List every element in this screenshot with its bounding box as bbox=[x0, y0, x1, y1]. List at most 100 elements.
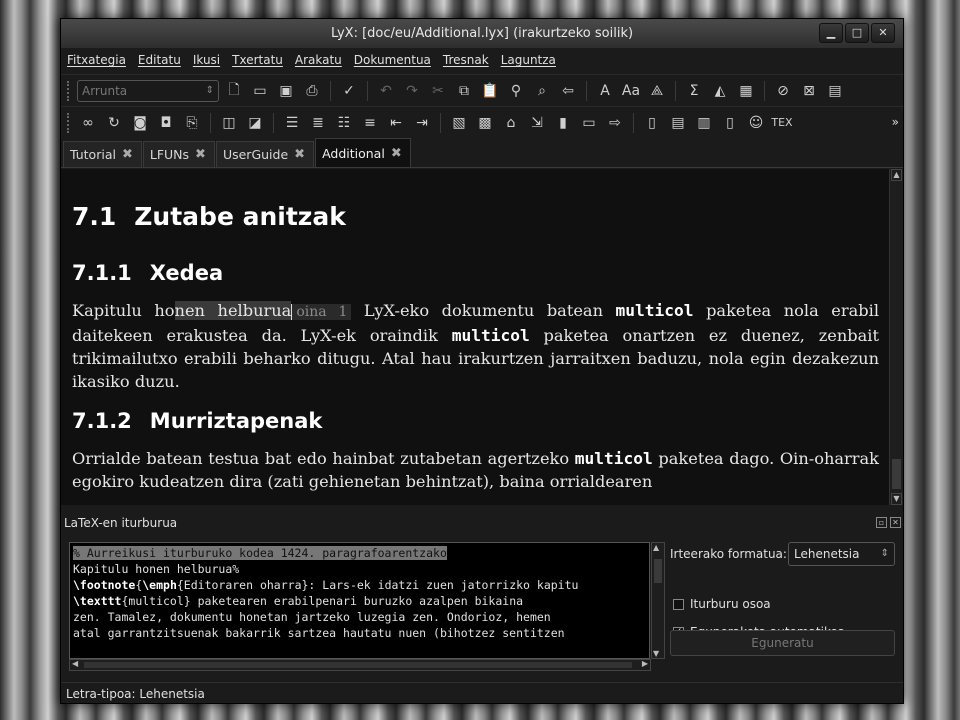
update-button-label: Eguneratu bbox=[751, 636, 814, 650]
undo-icon[interactable]: ↶ bbox=[375, 80, 397, 102]
tab-additional[interactable]: Additional ✖ bbox=[315, 138, 411, 167]
toolbar-overflow-button[interactable]: » bbox=[892, 115, 899, 129]
print-icon[interactable]: ⎙ bbox=[301, 80, 323, 102]
scroll-left-icon[interactable]: ◀ bbox=[72, 659, 78, 668]
float-panel-icon[interactable]: ▫ bbox=[876, 517, 887, 528]
view-pdf-icon[interactable]: ◘ bbox=[155, 112, 177, 134]
enumerate-icon[interactable]: ≣ bbox=[307, 112, 329, 134]
new-document-icon[interactable]: 🗋 bbox=[223, 80, 245, 102]
menu-bar: Fitxategia Editatu Ikusi Txertatu Arakat… bbox=[61, 49, 903, 71]
section-heading: 7.1 Zutabe anitzak bbox=[72, 202, 879, 231]
menu-tresnak[interactable]: Tresnak bbox=[443, 53, 489, 67]
page-icon[interactable]: ▥ bbox=[693, 112, 715, 134]
scroll-thumb[interactable] bbox=[654, 559, 662, 583]
close-tab-icon[interactable]: ✖ bbox=[122, 147, 133, 162]
track-changes-icon[interactable]: ◫ bbox=[218, 112, 240, 134]
latex-source-view[interactable]: % Aurreikusi iturburuko kodea 1424. para… bbox=[69, 542, 650, 659]
save-icon[interactable]: ▣ bbox=[275, 80, 297, 102]
menu-fitxategia[interactable]: Fitxategia bbox=[67, 53, 126, 67]
table-insert-icon[interactable]: ▩ bbox=[474, 112, 496, 134]
close-tab-icon[interactable]: ✖ bbox=[391, 146, 402, 161]
note-icon[interactable]: ▮ bbox=[552, 112, 574, 134]
menu-laguntza[interactable]: Laguntza bbox=[501, 53, 556, 67]
table-icon[interactable]: ▦ bbox=[735, 80, 757, 102]
toolbar-separator bbox=[330, 80, 331, 101]
style-icon[interactable]: ⟁ bbox=[646, 80, 668, 102]
view-dvi-icon[interactable]: ◙ bbox=[129, 112, 151, 134]
menu-txertatu[interactable]: Txertatu bbox=[232, 53, 283, 67]
footnote-inset[interactable]: oina 1 bbox=[291, 304, 352, 320]
review-icon[interactable]: ◪ bbox=[244, 112, 266, 134]
paragraph-style-combo[interactable]: Arrunta ⇕ bbox=[77, 79, 219, 102]
scroll-right-icon[interactable]: ▶ bbox=[642, 659, 648, 668]
table-grid-icon[interactable]: ▤ bbox=[824, 80, 846, 102]
box-icon[interactable]: ☺ bbox=[745, 112, 767, 134]
open-icon[interactable]: ▭ bbox=[249, 80, 271, 102]
tab-tutorial[interactable]: Tutorial ✖ bbox=[63, 141, 142, 167]
toolbar-grip[interactable] bbox=[67, 80, 71, 101]
hyperlink-icon[interactable]: ▯ bbox=[641, 112, 663, 134]
text-icon[interactable]: ▯ bbox=[719, 112, 741, 134]
redo-icon[interactable]: ↷ bbox=[401, 80, 423, 102]
index-icon[interactable]: ⇨ bbox=[604, 112, 626, 134]
section-title: Zutabe anitzak bbox=[134, 202, 346, 231]
scroll-thumb[interactable] bbox=[892, 459, 901, 489]
depth-decrease-icon[interactable]: ⇤ bbox=[385, 112, 407, 134]
cut-icon[interactable]: ✂ bbox=[427, 80, 449, 102]
tab-lfuns[interactable]: LFUNs ✖ bbox=[142, 141, 215, 167]
minimize-button[interactable]: ▁ bbox=[819, 23, 843, 43]
source-vertical-scrollbar[interactable]: ▲ ▼ bbox=[651, 542, 665, 659]
document-editor[interactable]: 7.1 Zutabe anitzak 7.1.1 Xedea Kapitulu ho… bbox=[61, 169, 889, 505]
scroll-up-icon[interactable]: ▲ bbox=[891, 169, 902, 181]
find-icon[interactable]: ⚲ bbox=[505, 80, 527, 102]
spellcheck-icon[interactable]: ✓ bbox=[338, 80, 360, 102]
float-icon[interactable]: ▧ bbox=[448, 112, 470, 134]
list-icon[interactable]: ☰ bbox=[281, 112, 303, 134]
cross-ref-icon[interactable]: ⇲ bbox=[526, 112, 548, 134]
zoom-icon[interactable]: ⌕ bbox=[531, 80, 553, 102]
view-icon[interactable]: ∞ bbox=[77, 112, 99, 134]
full-source-checkbox[interactable] bbox=[673, 599, 684, 610]
toolbar-grip[interactable] bbox=[67, 112, 71, 133]
depth-increase-icon[interactable]: ⇥ bbox=[411, 112, 433, 134]
scroll-up-icon[interactable]: ▲ bbox=[653, 543, 659, 552]
noun-icon[interactable]: Aa bbox=[620, 80, 642, 102]
scroll-thumb[interactable] bbox=[84, 662, 632, 668]
menu-arakatu[interactable]: Arakatu bbox=[295, 53, 342, 67]
menu-dokumentua[interactable]: Dokumentua bbox=[354, 53, 431, 67]
description-icon[interactable]: ≡ bbox=[359, 112, 381, 134]
source-horizontal-scrollbar[interactable]: ◀ ▶ bbox=[69, 659, 651, 671]
itemize-icon[interactable]: ☷ bbox=[333, 112, 355, 134]
math-icon[interactable]: Σ bbox=[683, 80, 705, 102]
source-line: % Aurreikusi iturburuko kodea 1424. para… bbox=[73, 546, 447, 560]
maximize-button[interactable]: □ bbox=[845, 23, 869, 43]
close-panel-icon[interactable]: ✕ bbox=[890, 517, 901, 528]
document-icon[interactable]: ▤ bbox=[667, 112, 689, 134]
menu-editatu[interactable]: Editatu bbox=[138, 53, 181, 67]
view-source-icon[interactable]: ⊠ bbox=[798, 80, 820, 102]
figure-icon[interactable]: ◭ bbox=[709, 80, 731, 102]
scroll-down-icon[interactable]: ▼ bbox=[653, 649, 659, 658]
text-run: LyX-eko dokumentu batean bbox=[351, 301, 616, 320]
emphasis-icon[interactable]: A bbox=[594, 80, 616, 102]
close-tab-icon[interactable]: ✖ bbox=[195, 147, 206, 162]
close-button[interactable]: ✕ bbox=[871, 23, 895, 43]
tex-icon[interactable]: TEX bbox=[771, 112, 793, 134]
menu-ikusi[interactable]: Ikusi bbox=[193, 53, 220, 67]
editor-scrollbar[interactable]: ▲ ▼ bbox=[889, 169, 903, 505]
latex-command: \footnote bbox=[73, 578, 136, 592]
update-button[interactable]: Eguneratu bbox=[670, 630, 895, 656]
paste-icon[interactable]: 📋 bbox=[479, 80, 501, 102]
scroll-down-icon[interactable]: ▼ bbox=[891, 493, 902, 505]
navigate-icon[interactable]: ⊘ bbox=[772, 80, 794, 102]
insert-icon[interactable]: ⇦ bbox=[557, 80, 579, 102]
copy-icon[interactable]: ⧉ bbox=[453, 80, 475, 102]
output-format-combo[interactable]: Lehenetsia ⇕ bbox=[788, 542, 895, 566]
label-icon[interactable]: ⌂ bbox=[500, 112, 522, 134]
close-tab-icon[interactable]: ✖ bbox=[294, 147, 305, 162]
footnote-icon[interactable]: ▭ bbox=[578, 112, 600, 134]
update-icon[interactable]: ↻ bbox=[103, 112, 125, 134]
tab-userguide[interactable]: UserGuide ✖ bbox=[215, 141, 315, 167]
view-ps-icon[interactable]: ⎘ bbox=[181, 112, 203, 134]
subsection-heading: 7.1.1 Xedea bbox=[72, 261, 879, 285]
